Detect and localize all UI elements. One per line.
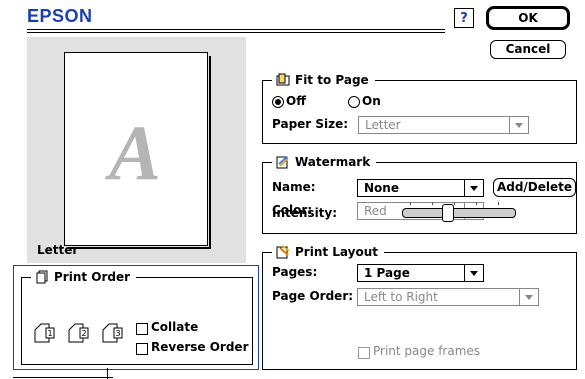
- paper-size-value: Letter: [365, 118, 401, 132]
- fit-to-page-title-text: Fit to Page: [295, 73, 369, 87]
- print-layout-icon: [276, 245, 290, 259]
- print-frames-checkbox[interactable]: [358, 347, 370, 359]
- print-layout-title-text: Print Layout: [295, 245, 379, 259]
- page-2-icon: 2: [68, 323, 89, 343]
- page-order-label: Page Order:: [272, 289, 354, 303]
- paper-size-label: Paper Size:: [272, 117, 349, 131]
- page-number-3: 3: [116, 329, 121, 338]
- watermark-name-select[interactable]: None: [357, 179, 484, 197]
- page-preview-panel: A Letter: [27, 37, 246, 263]
- fit-to-page-title: Fit to Page: [272, 73, 375, 87]
- reverse-order-label: Reverse Order: [151, 340, 249, 354]
- chevron-down-icon: [509, 117, 528, 133]
- page-3-icon: 3: [102, 323, 123, 343]
- page-number-2: 2: [82, 329, 87, 338]
- epson-logo: EPSON: [27, 6, 93, 26]
- watermark-color-value: Red: [364, 204, 387, 218]
- page-order-value: Left to Right: [364, 290, 438, 304]
- fit-to-page-group: [262, 80, 577, 144]
- cancel-button[interactable]: Cancel: [490, 40, 566, 59]
- page-order-icons: 1 2 3: [33, 322, 131, 344]
- print-layout-title: Print Layout: [272, 245, 385, 259]
- chevron-down-icon: [464, 265, 483, 281]
- fit-off-radio[interactable]: [272, 96, 284, 108]
- watermark-title: Watermark: [272, 155, 377, 169]
- page-order-select[interactable]: Left to Right: [357, 288, 539, 306]
- fit-page-icon: [276, 73, 290, 87]
- watermark-group: [262, 162, 577, 234]
- fit-off-label: Off: [286, 94, 306, 108]
- pages-label: Pages:: [272, 265, 318, 279]
- callout-baseline: [13, 377, 113, 378]
- sample-glyph: A: [109, 109, 162, 196]
- collate-label: Collate: [151, 320, 199, 334]
- intensity-slider[interactable]: [400, 202, 516, 222]
- fit-on-label: On: [362, 94, 381, 108]
- add-delete-button[interactable]: Add/Delete: [493, 178, 576, 197]
- chevron-down-icon: [519, 289, 538, 305]
- slider-thumb[interactable]: [442, 204, 454, 222]
- pages-stack-icon: [35, 270, 49, 284]
- ok-button[interactable]: OK: [486, 6, 570, 30]
- intensity-label: Intensity:: [272, 206, 338, 220]
- pages-value: 1 Page: [364, 266, 410, 280]
- fit-on-radio[interactable]: [348, 96, 360, 108]
- watermark-title-text: Watermark: [295, 155, 371, 169]
- print-order-title-text: Print Order: [54, 270, 131, 284]
- chevron-down-icon: [464, 180, 483, 196]
- paper-preview: A: [64, 52, 211, 249]
- pages-select[interactable]: 1 Page: [357, 264, 484, 282]
- collate-checkbox[interactable]: [136, 323, 148, 335]
- help-button[interactable]: ?: [454, 8, 474, 28]
- print-frames-label: Print page frames: [373, 344, 481, 358]
- watermark-icon: [276, 155, 290, 169]
- print-order-title: Print Order: [31, 270, 137, 284]
- paper-size-caption: Letter: [37, 243, 79, 257]
- header-rule-top: [27, 29, 445, 30]
- reverse-order-checkbox[interactable]: [136, 343, 148, 355]
- watermark-name-value: None: [364, 181, 399, 195]
- printer-settings-dialog: EPSON ? OK Cancel A Letter Print Order 1…: [0, 0, 585, 379]
- page-1-icon: 1: [34, 323, 55, 343]
- slider-track: [402, 208, 516, 218]
- watermark-name-label: Name:: [272, 180, 316, 194]
- paper-size-select[interactable]: Letter: [358, 116, 529, 134]
- page-number-1: 1: [48, 329, 53, 338]
- header-rule-bottom: [27, 32, 445, 33]
